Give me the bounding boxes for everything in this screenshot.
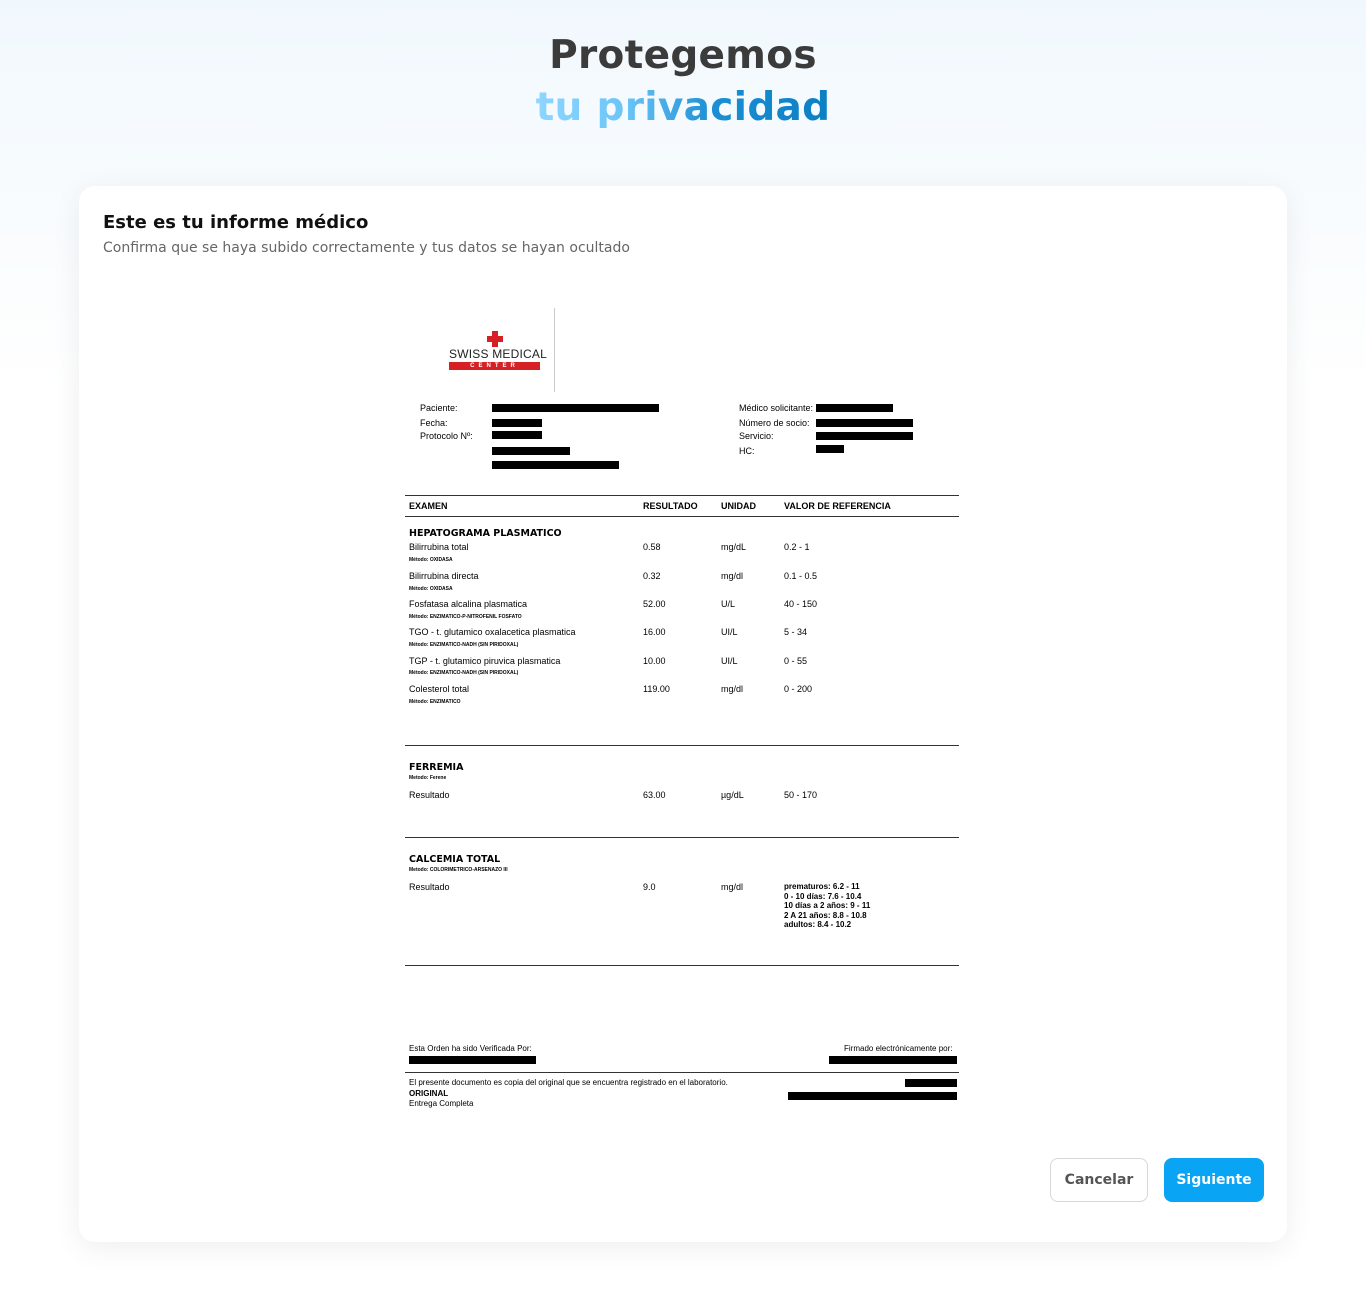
field-label: Paciente: — [420, 403, 458, 413]
exam-name: Resultado — [409, 790, 450, 800]
field-label: HC: — [739, 446, 755, 456]
exam-name: Colesterol total — [409, 684, 470, 694]
exam-reference: 0.1 - 0.5 — [784, 571, 818, 581]
redaction-bar — [905, 1079, 957, 1087]
exam-unit: mg/dL — [721, 542, 747, 552]
logo-name: SWISS MEDICAL — [449, 347, 547, 361]
exam-unit: UI/L — [721, 656, 738, 666]
exam-method: Método: ENZIMATICO-P-NITROFENIL FOSFATO — [409, 614, 522, 620]
exam-method: Método: ENZIMATICO-NADH (SIN PIRIDOXAL) — [409, 670, 519, 676]
exam-reference: 5 - 34 — [784, 627, 808, 637]
exam-reference-list: prematuros: 6.2 - 11 0 - 10 días: 7.6 - … — [784, 882, 870, 930]
exam-unit: UI/L — [721, 627, 738, 637]
divider — [405, 1072, 959, 1073]
field-label: Protocolo Nº: — [420, 431, 473, 441]
divider — [405, 745, 959, 746]
logo-tag: CENTER — [449, 362, 540, 370]
hero-heading: Protegemos tu privacidad — [0, 30, 1366, 134]
exam-unit: U/L — [721, 599, 736, 609]
reference-line: prematuros: 6.2 - 11 — [784, 882, 860, 891]
delivery-label: Entrega Completa — [409, 1099, 474, 1108]
exam-result: 52.00 — [643, 599, 666, 609]
exam-name: TGP - t. glutamico piruvica plasmatica — [409, 656, 561, 666]
redaction-bar — [816, 445, 844, 453]
field-label: Número de socio: — [739, 418, 810, 428]
section-title: FERREMIA — [409, 762, 464, 773]
divider — [405, 516, 959, 517]
signed-by-label: Firmado electrónicamente por: — [844, 1044, 953, 1053]
exam-result: 0.32 — [643, 571, 661, 581]
redaction-bar — [492, 404, 659, 412]
exam-reference: 0 - 55 — [784, 656, 808, 666]
redaction-bar — [816, 404, 893, 412]
exam-method: Método: OXIDASA — [409, 557, 453, 563]
redaction-bar — [492, 431, 542, 439]
column-header: RESULTADO — [643, 501, 698, 511]
redaction-bar — [816, 419, 913, 427]
exam-result: 0.58 — [643, 542, 661, 552]
exam-result: 9.0 — [643, 882, 656, 892]
exam-result: 63.00 — [643, 790, 666, 800]
exam-unit: µg/dL — [721, 790, 744, 800]
exam-name: Fosfatasa alcalina plasmatica — [409, 599, 528, 609]
copy-note: El presente documento es copia del origi… — [409, 1078, 728, 1087]
verified-by-label: Esta Orden ha sido Verificada Por: — [409, 1044, 532, 1053]
exam-reference: 0.2 - 1 — [784, 542, 810, 552]
redaction-bar — [409, 1056, 536, 1064]
field-label: Médico solicitante: — [739, 403, 814, 413]
reference-line: adultos: 8.4 - 10.2 — [784, 920, 852, 930]
redaction-bar — [492, 447, 570, 455]
redaction-bar — [788, 1092, 957, 1100]
medical-report-preview: SWISS MEDICAL CENTER Paciente: Fecha: Pr… — [405, 306, 961, 1126]
section-title: HEPATOGRAMA PLASMATICO — [409, 528, 562, 539]
exam-result: 119.00 — [643, 684, 670, 694]
exam-name: Bilirrubina total — [409, 542, 469, 552]
reference-line: 2 A 21 años: 8.8 - 10.8 — [784, 910, 867, 920]
hero-title-line1: Protegemos — [549, 33, 817, 78]
hero-title-line2: tu privacidad — [536, 82, 831, 134]
exam-name: Resultado — [409, 882, 450, 892]
logo-divider — [554, 308, 555, 392]
original-label: ORIGINAL — [409, 1089, 449, 1098]
swiss-cross-icon — [487, 331, 503, 347]
report-card: Este es tu informe médico Confirma que s… — [79, 186, 1287, 1242]
redaction-bar — [829, 1056, 957, 1064]
section-method: Metodo: COLORIMETRICO-ARSENAZO III — [409, 867, 508, 873]
exam-unit: mg/dl — [721, 882, 744, 892]
exam-method: Método: ENZIMATICO-NADH (SIN PIRIDOXAL) — [409, 642, 519, 648]
cancel-button[interactable]: Cancelar — [1050, 1158, 1148, 1202]
column-header: UNIDAD — [721, 501, 756, 511]
section-method: Metodo: Ferene — [409, 775, 447, 781]
exam-unit: mg/dl — [721, 684, 744, 694]
redaction-bar — [816, 432, 913, 440]
exam-method: Método: ENZIMATICO — [409, 699, 461, 705]
section-title: CALCEMIA TOTAL — [409, 854, 501, 865]
exam-name: Bilirrubina directa — [409, 571, 479, 581]
column-header: EXAMEN — [409, 501, 448, 511]
redaction-bar — [492, 419, 542, 427]
field-label: Fecha: — [420, 418, 448, 428]
card-title: Este es tu informe médico — [103, 212, 369, 233]
reference-line: 0 - 10 días: 7.6 - 10.4 — [784, 891, 862, 901]
exam-name: TGO - t. glutamico oxalacetica plasmatic… — [409, 627, 576, 637]
exam-method: Método: OXIDASA — [409, 586, 453, 592]
column-header: VALOR DE REFERENCIA — [784, 501, 891, 511]
exam-reference: 50 - 170 — [784, 790, 818, 800]
divider — [405, 965, 959, 966]
redaction-bar — [492, 461, 619, 469]
divider — [405, 495, 959, 496]
card-subtitle: Confirma que se haya subido correctament… — [103, 240, 630, 256]
reference-line: 10 días a 2 años: 9 - 11 — [784, 901, 871, 911]
next-button[interactable]: Siguiente — [1164, 1158, 1264, 1202]
exam-reference: 40 - 150 — [784, 599, 818, 609]
exam-unit: mg/dl — [721, 571, 744, 581]
exam-result: 16.00 — [643, 627, 666, 637]
exam-reference: 0 - 200 — [784, 684, 813, 694]
field-label: Servicio: — [739, 431, 774, 441]
divider — [405, 837, 959, 838]
exam-result: 10.00 — [643, 656, 666, 666]
